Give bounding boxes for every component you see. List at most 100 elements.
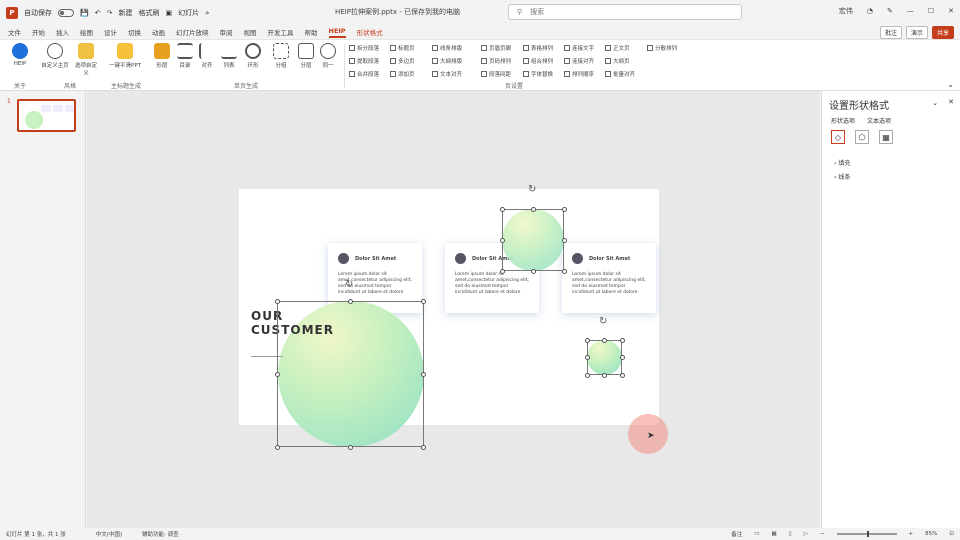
same-button[interactable]: 同一 <box>318 43 338 69</box>
grid-item[interactable]: 正文页 <box>605 44 630 52</box>
more-icon[interactable]: » <box>205 9 209 17</box>
grid-item[interactable]: 大纲页 <box>605 57 630 65</box>
zoom-out-icon[interactable]: − <box>820 531 825 537</box>
print-icon[interactable]: ▣ <box>165 9 172 17</box>
tab-slideshow[interactable]: 幻灯片放映 <box>176 27 209 38</box>
grid-item[interactable]: 页眉页脚 <box>481 44 511 52</box>
pen-icon[interactable]: ✎ <box>887 7 893 15</box>
resize-handle[interactable] <box>348 445 353 450</box>
minimize-icon[interactable]: — <box>907 7 914 15</box>
smooth-ppt-button[interactable]: 一键平滑PPT <box>106 43 144 69</box>
tab-heip[interactable]: HEIP <box>328 27 346 38</box>
resize-handle[interactable] <box>585 355 590 360</box>
present-button[interactable]: 演示 <box>905 26 928 39</box>
tab-design[interactable]: 设计 <box>104 27 117 38</box>
resize-handle[interactable] <box>421 372 426 377</box>
resize-handle[interactable] <box>602 373 607 378</box>
notes-button[interactable]: 备注 <box>731 530 742 538</box>
grid-item[interactable]: 多边页 <box>390 57 415 65</box>
grid-item[interactable]: 连接文字 <box>564 44 594 52</box>
grid-item[interactable]: 标题页 <box>390 44 415 52</box>
normal-view-icon[interactable]: ▭ <box>754 531 759 537</box>
resize-handle[interactable] <box>562 238 567 243</box>
pane-options-icon[interactable]: ⌄ <box>932 99 938 107</box>
pane-close-icon[interactable]: ✕ <box>948 98 954 106</box>
grid-item[interactable]: 排列顺序 <box>564 70 594 78</box>
fill-section[interactable]: › 填充 <box>834 158 850 167</box>
tab-shape-options[interactable]: 形状选项 <box>831 116 855 125</box>
resize-handle[interactable] <box>585 338 590 343</box>
options-button[interactable]: 选项自定义 <box>74 43 98 77</box>
tab-review[interactable]: 审阅 <box>220 27 233 38</box>
user-name[interactable]: 宏伟 <box>839 6 853 16</box>
grid-item[interactable]: 段落间距 <box>481 70 511 78</box>
grid-item[interactable]: 线条排版 <box>432 44 462 52</box>
tab-insert[interactable]: 插入 <box>56 27 69 38</box>
collapse-ribbon-icon[interactable]: ⌄ <box>947 80 954 89</box>
resize-handle[interactable] <box>500 269 505 274</box>
lightbulb-icon[interactable]: ◔ <box>867 7 873 15</box>
resize-handle[interactable] <box>562 269 567 274</box>
fit-slide-icon[interactable]: ⊡ <box>949 531 954 537</box>
resize-handle[interactable] <box>275 299 280 304</box>
document-title[interactable]: HEIP拉伸案例.pptx - 已保存到我的电脑 <box>335 7 460 17</box>
quick-access-item[interactable]: 格式刷 <box>138 8 159 18</box>
redo-icon[interactable]: ↷ <box>107 9 113 17</box>
grid-item[interactable]: 批量对齐 <box>605 70 635 78</box>
resize-handle[interactable] <box>500 238 505 243</box>
fill-line-icon[interactable]: ◇ <box>831 130 845 144</box>
tab-home[interactable]: 开始 <box>32 27 45 38</box>
slideshow-icon[interactable]: ▷ <box>804 531 808 537</box>
layer-button[interactable]: 形层 <box>152 43 172 69</box>
resize-handle[interactable] <box>585 373 590 378</box>
rotate-handle-icon[interactable]: ↻ <box>528 184 536 195</box>
accessibility[interactable]: 辅助功能: 调查 <box>142 530 179 538</box>
grid-item[interactable]: 提取段落 <box>349 57 379 65</box>
tab-animations[interactable]: 动画 <box>152 27 165 38</box>
resize-handle[interactable] <box>602 338 607 343</box>
align-button[interactable]: 对齐 <box>198 43 216 69</box>
reading-view-icon[interactable]: ▯ <box>789 531 792 537</box>
grid-item[interactable]: 拆分段落 <box>349 44 379 52</box>
share-button[interactable]: 共享 <box>931 26 954 39</box>
resize-handle[interactable] <box>620 338 625 343</box>
customer-card[interactable]: Dolor Sit Amet Lorem ipsum dolor sit ame… <box>562 243 656 313</box>
tab-view[interactable]: 视图 <box>244 27 257 38</box>
grid-item[interactable]: 组合排列 <box>523 57 553 65</box>
grid-item[interactable]: 页码排列 <box>481 57 511 65</box>
resize-handle[interactable] <box>275 445 280 450</box>
size-properties-icon[interactable]: ▦ <box>879 130 893 144</box>
ring-button[interactable]: 环形 <box>243 43 263 69</box>
tab-transitions[interactable]: 切换 <box>128 27 141 38</box>
line-section[interactable]: › 线条 <box>834 172 850 181</box>
autosave-toggle[interactable] <box>58 8 74 17</box>
resize-handle[interactable] <box>500 207 505 212</box>
rotate-handle-icon[interactable]: ↻ <box>599 316 607 327</box>
tab-text-options[interactable]: 文本选项 <box>867 116 891 125</box>
save-icon[interactable]: 💾 <box>80 9 89 17</box>
resize-handle[interactable] <box>620 355 625 360</box>
grid-item[interactable]: 大纲排版 <box>432 57 462 65</box>
undo-icon[interactable]: ↶ <box>95 9 101 17</box>
grid-item[interactable]: 连接对齐 <box>564 57 594 65</box>
tab-developer[interactable]: 开发工具 <box>268 27 294 38</box>
tab-draw[interactable]: 绘图 <box>80 27 93 38</box>
rotate-handle-icon[interactable]: ↻ <box>345 279 353 290</box>
grid-item[interactable]: 字体替换 <box>523 70 553 78</box>
grid-item[interactable]: 添加页 <box>390 70 415 78</box>
search-input[interactable]: ⚲ 搜索 <box>508 4 742 20</box>
group-button[interactable]: 分组 <box>271 43 291 69</box>
heip-button[interactable]: HEIP <box>8 43 32 67</box>
tab-help[interactable]: 帮助 <box>305 27 318 38</box>
quick-access-item[interactable]: 幻灯片 <box>178 8 199 18</box>
resize-handle[interactable] <box>421 299 426 304</box>
resize-handle[interactable] <box>562 207 567 212</box>
layer2-button[interactable]: 分层 <box>296 43 316 69</box>
tab-file[interactable]: 文件 <box>8 27 21 38</box>
resize-handle[interactable] <box>348 299 353 304</box>
zoom-slider[interactable] <box>836 531 897 537</box>
zoom-in-icon[interactable]: + <box>909 531 914 537</box>
resize-handle[interactable] <box>531 269 536 274</box>
resize-handle[interactable] <box>531 207 536 212</box>
resize-handle[interactable] <box>275 372 280 377</box>
